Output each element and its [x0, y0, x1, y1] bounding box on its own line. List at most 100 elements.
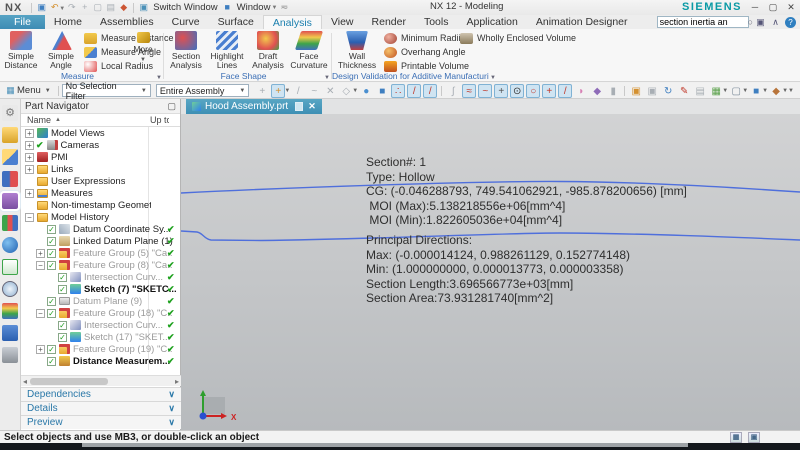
- circle-snap-icon[interactable]: ○: [526, 83, 541, 98]
- visualization-icon[interactable]: [2, 303, 18, 319]
- graphics-window[interactable]: Hood Assembly.prt ✕ Section#: 1 Type: Hol…: [181, 99, 800, 430]
- mid-point-icon[interactable]: ~: [307, 84, 321, 98]
- facet-body-icon[interactable]: ◆: [590, 84, 604, 98]
- tree-row[interactable]: ✓ Distance Measurem... ✔: [21, 355, 181, 367]
- minimum-radii-button[interactable]: Minimum Radii: [384, 31, 461, 45]
- templates-icon[interactable]: [2, 259, 18, 275]
- visibility-checkbox[interactable]: ✓: [47, 296, 56, 306]
- expand-icon[interactable]: +: [36, 344, 45, 354]
- expand-icon[interactable]: +: [25, 164, 34, 174]
- screen-gear-icon[interactable]: ⚙: [2, 105, 18, 121]
- switch-window-icon[interactable]: ▣: [137, 1, 150, 14]
- part-navigator-icon[interactable]: [0, 191, 20, 211]
- design-validation-dialog-launcher-icon[interactable]: ▼: [490, 75, 496, 81]
- history-icon[interactable]: [2, 281, 18, 297]
- kinematics-icon[interactable]: [2, 325, 18, 341]
- collapse-icon[interactable]: −: [25, 212, 34, 222]
- close-button[interactable]: ✕: [782, 0, 800, 14]
- menu-button[interactable]: ▦ Menu ▼: [4, 84, 50, 97]
- tree-row[interactable]: + Model Views: [21, 127, 181, 139]
- tree-row[interactable]: Non-timestamp Geometry: [21, 199, 181, 211]
- expand-icon[interactable]: +: [36, 248, 45, 258]
- tree-row[interactable]: − ✓ Feature Group (18) "C... ✔: [21, 307, 181, 319]
- tab-curve[interactable]: Curve: [163, 15, 209, 29]
- tree-row[interactable]: ✓ Datum Plane (9) ✔: [21, 295, 181, 307]
- customize-caret-icon[interactable]: ≂: [280, 2, 288, 13]
- tab-analysis[interactable]: Analysis: [262, 15, 322, 29]
- collapse-icon[interactable]: −: [36, 260, 45, 270]
- tab-animation-designer[interactable]: Animation Designer: [527, 15, 637, 29]
- minimize-ribbon-icon[interactable]: ∧: [768, 16, 783, 28]
- draft-analysis-button[interactable]: Draft Analysis: [248, 30, 288, 70]
- collapse-icon[interactable]: −: [36, 308, 45, 318]
- end-point-icon[interactable]: /: [291, 84, 305, 98]
- arc-center-icon[interactable]: ◇: [339, 84, 353, 98]
- grid-icon-caret[interactable]: ▼: [722, 88, 728, 94]
- simple-angle-button[interactable]: Simple Angle: [41, 30, 81, 70]
- visibility-checkbox[interactable]: ✓: [47, 224, 56, 234]
- snap-views-icon[interactable]: ◆: [769, 84, 783, 98]
- visibility-checkbox[interactable]: ✓: [47, 248, 56, 258]
- section-details[interactable]: Details ∨: [21, 401, 181, 415]
- circle-center-icon[interactable]: ⊙: [510, 83, 525, 98]
- scroll-left-icon[interactable]: ◂: [23, 377, 27, 386]
- window-menu-button[interactable]: Window: [237, 2, 271, 13]
- tab-application[interactable]: Application: [457, 15, 526, 29]
- tree-row[interactable]: + Links: [21, 163, 181, 175]
- command-search-input[interactable]: [656, 16, 749, 28]
- tab-tools[interactable]: Tools: [415, 15, 458, 29]
- visibility-checkbox[interactable]: ✓: [58, 272, 67, 282]
- reuse-library-icon[interactable]: [2, 215, 18, 231]
- tab-view[interactable]: View: [322, 15, 363, 29]
- column-name[interactable]: Name: [27, 115, 51, 125]
- plus-point-icon[interactable]: +: [542, 83, 557, 98]
- toolbar-overflow-caret-icon[interactable]: ▼: [788, 88, 794, 94]
- expand-icon[interactable]: +: [25, 128, 34, 138]
- visibility-checkbox[interactable]: ✓: [47, 236, 56, 246]
- tree-row[interactable]: ✓ Sketch (7) "SKETC... ✔: [21, 283, 181, 295]
- face-curvature-button[interactable]: Face Curvature: [289, 30, 329, 70]
- tab-surface[interactable]: Surface: [209, 15, 263, 29]
- datum-axis-icon[interactable]: +: [494, 83, 509, 98]
- viewport-canvas[interactable]: Section#: 1 Type: Hollow CG: (-0.046288793…: [181, 114, 800, 430]
- grid-icon[interactable]: ▦: [709, 84, 723, 98]
- tree-row[interactable]: ✓ Intersection Curv... ✔: [21, 319, 181, 331]
- help-icon[interactable]: ?: [785, 16, 796, 28]
- window-menu-caret-icon[interactable]: ▼: [271, 5, 277, 11]
- roles-icon[interactable]: [2, 127, 18, 143]
- chevron-down-icon[interactable]: ∨: [168, 417, 175, 428]
- quadrant-point-icon[interactable]: ●: [359, 84, 373, 98]
- interpart-icon[interactable]: ▮: [606, 84, 620, 98]
- brush-icon[interactable]: ✎: [677, 84, 691, 98]
- tree-row[interactable]: ✓ Sketch (17) "SKET... ✔: [21, 331, 181, 343]
- save-icon[interactable]: ▣: [35, 1, 48, 14]
- tree-row[interactable]: ✓ Linked Datum Plane (1) ✔: [21, 235, 181, 247]
- pole-point-icon[interactable]: ~: [478, 83, 493, 98]
- intersection-point-icon[interactable]: ✕: [323, 84, 337, 98]
- visibility-checkbox[interactable]: ✓: [47, 344, 56, 354]
- tree-column-headers[interactable]: Name ▲ Up to: [21, 114, 180, 127]
- tab-home[interactable]: Home: [45, 15, 91, 29]
- cut-icon[interactable]: +: [78, 1, 91, 14]
- window-cascade-icon[interactable]: ▣: [629, 84, 643, 98]
- repeat-command-icon[interactable]: ◆: [117, 1, 130, 14]
- visibility-checkbox[interactable]: ✓: [47, 308, 56, 318]
- chevron-down-icon[interactable]: ∨: [168, 403, 175, 414]
- tree-row[interactable]: + PMI: [21, 151, 181, 163]
- scrollbar-thumb[interactable]: [30, 377, 109, 385]
- horizontal-scrollbar[interactable]: ◂ ▸: [21, 375, 181, 386]
- switch-window-button[interactable]: Switch Window: [153, 2, 217, 13]
- tab-close-icon[interactable]: ✕: [308, 101, 316, 112]
- window-tile-icon[interactable]: ▣: [645, 84, 659, 98]
- tree-row[interactable]: ✓ Datum Coordinate Sy... ✔: [21, 223, 181, 235]
- snap-enable-icon[interactable]: +: [255, 84, 269, 98]
- tree-row[interactable]: User Expressions: [21, 175, 181, 187]
- visibility-checkbox[interactable]: ✓: [58, 332, 67, 342]
- wholly-enclosed-volume-button[interactable]: Wholly Enclosed Volume: [460, 31, 580, 45]
- panel-window-icon[interactable]: ▢: [167, 101, 176, 112]
- tree-row[interactable]: − ✓ Feature Group (8) "Ca... ✔: [21, 259, 181, 271]
- simple-distance-button[interactable]: Simple Distance: [1, 30, 41, 70]
- tree-row[interactable]: + ✓ Feature Group (19) "C... ✔: [21, 343, 181, 355]
- expand-icon[interactable]: +: [25, 188, 34, 198]
- tab-render[interactable]: Render: [363, 15, 415, 29]
